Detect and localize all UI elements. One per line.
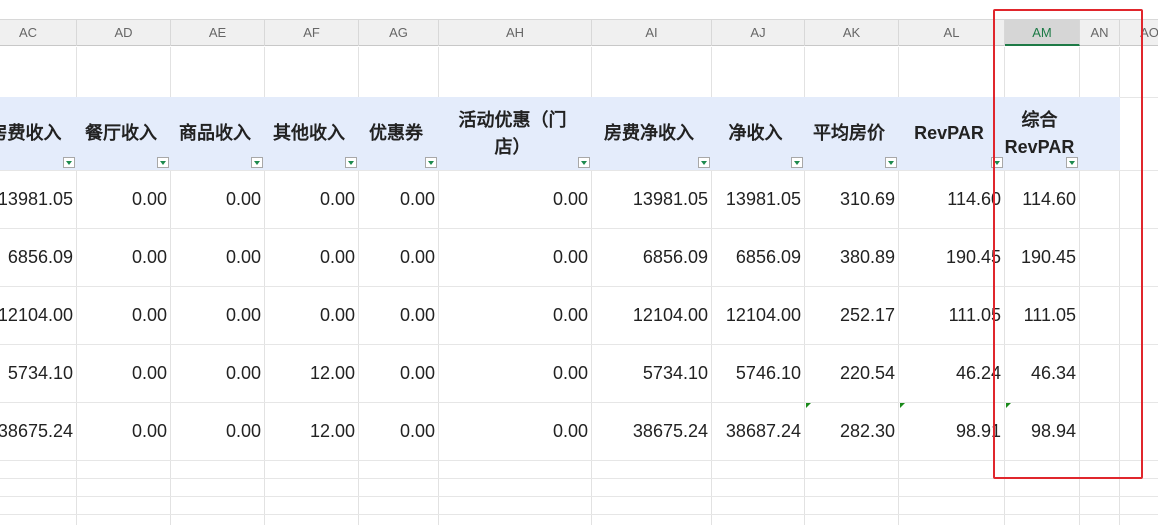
table-cell[interactable]: 6856.09 [0, 228, 77, 286]
table-cell[interactable]: 12.00 [265, 402, 359, 460]
filter-dropdown-icon[interactable] [791, 157, 803, 168]
column-header-bar: AC AD AE AF AG AH AI AJ AK AL AM AN AO [0, 0, 1158, 47]
column-letter-am[interactable]: AM [1005, 19, 1080, 46]
column-letter-ao[interactable]: AO [1120, 19, 1158, 46]
table-cell[interactable]: 0.00 [439, 286, 592, 344]
filter-dropdown-icon[interactable] [885, 157, 897, 168]
table-cell[interactable]: 380.89 [805, 228, 899, 286]
cell-indicator-icon [900, 403, 905, 408]
column-letter-ag[interactable]: AG [359, 19, 439, 46]
filter-dropdown-icon[interactable] [425, 157, 437, 168]
table-cell[interactable]: 6856.09 [592, 228, 712, 286]
table-cell[interactable]: 5746.10 [712, 344, 805, 402]
table-cell[interactable]: 190.45 [1005, 228, 1088, 286]
column-letter-ad[interactable]: AD [77, 19, 171, 46]
table-cell[interactable]: 252.17 [805, 286, 899, 344]
table-cell[interactable]: 0.00 [171, 228, 265, 286]
table-cell[interactable]: 0.00 [77, 228, 171, 286]
column-letter-ak[interactable]: AK [805, 19, 899, 46]
table-cell[interactable]: 38687.24 [712, 402, 805, 460]
column-letter-aj[interactable]: AJ [712, 19, 805, 46]
table-cell[interactable]: 0.00 [359, 286, 439, 344]
table-cell[interactable]: 12104.00 [592, 286, 712, 344]
column-letter-af[interactable]: AF [265, 19, 359, 46]
grid-row-line [0, 496, 1158, 497]
table-cell[interactable]: 13981.05 [0, 170, 77, 228]
table-cell[interactable]: 12104.00 [0, 286, 77, 344]
grid-row-line [0, 478, 1158, 479]
header-cell[interactable]: 房费净收入 [592, 97, 712, 170]
grid-row-line [0, 460, 1158, 461]
column-letter-ac[interactable]: AC [0, 19, 77, 46]
table-cell[interactable]: 13981.05 [712, 170, 805, 228]
table-cell[interactable]: 12.00 [265, 344, 359, 402]
filter-dropdown-icon[interactable] [578, 157, 590, 168]
cell-indicator-icon [806, 403, 811, 408]
table-cell[interactable]: 0.00 [439, 344, 592, 402]
filter-dropdown-icon[interactable] [991, 157, 1003, 168]
table-cell[interactable]: 0.00 [359, 344, 439, 402]
table-cell[interactable]: 0.00 [77, 344, 171, 402]
table-cell[interactable]: 5734.10 [592, 344, 712, 402]
table-cell[interactable]: 0.00 [359, 228, 439, 286]
column-letter-an[interactable]: AN [1080, 19, 1120, 46]
table-cell[interactable]: 0.00 [77, 286, 171, 344]
filter-dropdown-icon[interactable] [698, 157, 710, 168]
table-cell[interactable]: 38675.24 [0, 402, 77, 460]
table-cell[interactable]: 38675.24 [592, 402, 712, 460]
table-cell[interactable]: 0.00 [439, 170, 592, 228]
cell-indicator-icon [1006, 403, 1011, 408]
table-cell[interactable]: 0.00 [359, 170, 439, 228]
filter-dropdown-icon[interactable] [1066, 157, 1078, 168]
table-cell[interactable]: 0.00 [171, 344, 265, 402]
table-cell[interactable]: 46.24 [899, 344, 1005, 402]
table-cell[interactable]: 114.60 [1005, 170, 1088, 228]
spreadsheet-view: ACADAEAFAGAHAIAJAKALAMANAO 房费收入餐厅收入商品收入其… [0, 0, 1158, 525]
table-cell[interactable]: 0.00 [77, 170, 171, 228]
table-cell[interactable]: 0.00 [439, 228, 592, 286]
table-cell[interactable]: 0.00 [171, 170, 265, 228]
table-cell[interactable]: 111.05 [1005, 286, 1088, 344]
table-cell[interactable]: 0.00 [359, 402, 439, 460]
filter-dropdown-icon[interactable] [157, 157, 169, 168]
table-cell[interactable]: 111.05 [899, 286, 1005, 344]
header-cell[interactable]: 活动优惠（门 店） [439, 97, 592, 170]
table-cell[interactable]: 98.91 [899, 402, 1005, 460]
table-cell[interactable]: 190.45 [899, 228, 1005, 286]
table-cell[interactable]: 46.34 [1005, 344, 1088, 402]
table-cell[interactable]: 0.00 [439, 402, 592, 460]
table-cell[interactable]: 5734.10 [0, 344, 77, 402]
table-cell[interactable]: 13981.05 [592, 170, 712, 228]
grid-row-line [0, 514, 1158, 515]
table-cell[interactable]: 0.00 [77, 402, 171, 460]
table-cell[interactable]: 114.60 [899, 170, 1005, 228]
table-cell[interactable]: 98.94 [1005, 402, 1088, 460]
table-cell[interactable]: 220.54 [805, 344, 899, 402]
filter-dropdown-icon[interactable] [345, 157, 357, 168]
column-letter-ae[interactable]: AE [171, 19, 265, 46]
table-cell[interactable]: 282.30 [805, 402, 899, 460]
column-letter-al[interactable]: AL [899, 19, 1005, 46]
column-letter-ai[interactable]: AI [592, 19, 712, 46]
table-cell[interactable]: 0.00 [265, 228, 359, 286]
table-cell[interactable]: 12104.00 [712, 286, 805, 344]
filter-dropdown-icon[interactable] [63, 157, 75, 168]
header-cell[interactable]: RevPAR [899, 97, 1005, 170]
table-cell[interactable]: 0.00 [265, 170, 359, 228]
table-cell[interactable]: 0.00 [171, 402, 265, 460]
table-cell[interactable]: 310.69 [805, 170, 899, 228]
column-letter-ah[interactable]: AH [439, 19, 592, 46]
table-cell[interactable]: 0.00 [171, 286, 265, 344]
filter-dropdown-icon[interactable] [251, 157, 263, 168]
table-cell[interactable]: 6856.09 [712, 228, 805, 286]
table-cell[interactable]: 0.00 [265, 286, 359, 344]
